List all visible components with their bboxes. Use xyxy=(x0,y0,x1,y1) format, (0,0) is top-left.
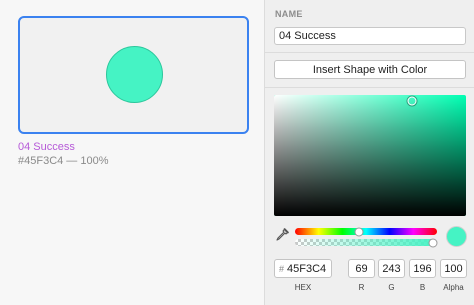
name-label: NAME xyxy=(275,9,303,19)
green-label: G xyxy=(388,283,395,292)
hex-prefix: # xyxy=(279,263,285,274)
red-label: R xyxy=(358,283,365,292)
blue-label: B xyxy=(419,283,426,292)
inspector-panel: NAME Insert Shape with Color # 45F3C4 69… xyxy=(265,0,474,305)
name-input[interactable] xyxy=(274,27,466,45)
hex-value: 45F3C4 xyxy=(287,262,327,275)
alpha-slider-knob[interactable] xyxy=(428,238,438,247)
color-preview-dot xyxy=(446,226,467,247)
preview-panel: 04 Success #45F3C4 — 100% xyxy=(0,0,264,305)
section-divider xyxy=(265,87,474,88)
hue-slider[interactable] xyxy=(295,227,437,236)
alpha-label: Alpha xyxy=(443,283,464,292)
color-swatch-card[interactable] xyxy=(18,16,249,134)
green-field[interactable]: 243 xyxy=(378,259,405,278)
blue-field[interactable]: 196 xyxy=(409,259,436,278)
section-divider xyxy=(265,52,474,53)
hex-label: HEX xyxy=(294,283,312,292)
hex-field[interactable]: # 45F3C4 xyxy=(274,259,332,278)
color-picker-area[interactable] xyxy=(274,95,466,216)
alpha-slider[interactable] xyxy=(295,239,437,246)
color-swatch-circle xyxy=(106,46,163,103)
alpha-gradient xyxy=(295,239,437,246)
picker-handle[interactable] xyxy=(407,96,417,106)
swatch-name: 04 Success xyxy=(18,141,75,153)
hue-slider-knob[interactable] xyxy=(354,227,364,236)
picker-brightness-layer xyxy=(274,95,466,216)
eyedropper-icon[interactable] xyxy=(275,228,289,242)
red-field[interactable]: 69 xyxy=(348,259,375,278)
alpha-field[interactable]: 100 xyxy=(440,259,467,278)
insert-shape-button[interactable]: Insert Shape with Color xyxy=(274,60,466,79)
swatch-hex-opacity: #45F3C4 — 100% xyxy=(18,155,109,167)
